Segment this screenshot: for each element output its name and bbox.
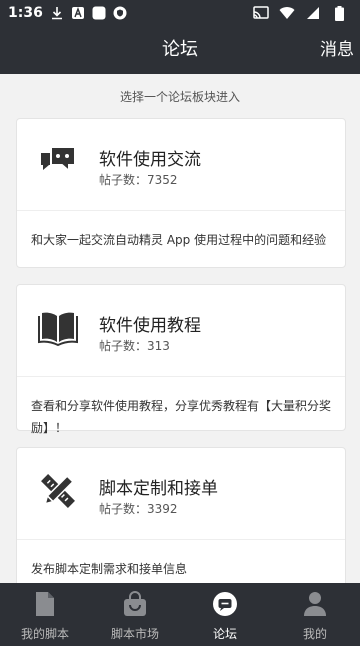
tab-script-market[interactable]: 脚本市场	[90, 583, 180, 646]
chat-icon	[212, 591, 238, 617]
messages-button[interactable]: 消息	[320, 26, 354, 74]
forum-description: 和大家一起交流自动精灵 App 使用过程中的问题和经验	[31, 233, 327, 247]
person-icon	[302, 591, 328, 617]
forum-card-header: 软件使用交流 帖子数：7352	[17, 119, 345, 211]
page-title: 论坛	[162, 39, 198, 60]
tab-profile[interactable]: 我的	[270, 583, 360, 646]
shopping-bag-icon	[122, 591, 148, 617]
battery-icon	[331, 5, 347, 21]
forum-post-count: 帖子数：7352	[99, 173, 178, 187]
section-hint: 选择一个论坛板块进入	[119, 90, 240, 104]
tab-my-scripts[interactable]: 我的脚本	[0, 583, 90, 646]
cast-icon	[253, 5, 269, 21]
tab-label: 脚本市场	[110, 627, 159, 641]
tab-label: 论坛	[212, 627, 237, 641]
chat-bubbles-icon	[37, 141, 79, 183]
tab-label: 我的脚本	[20, 627, 69, 641]
forum-card-script-orders[interactable]: 脚本定制和接单 帖子数：3392 发布脚本定制需求和接单信息	[16, 447, 346, 597]
forum-title: 软件使用交流	[99, 150, 201, 170]
bottom-tab-bar: 我的脚本 脚本市场 论坛 我的	[0, 583, 360, 646]
forum-card-usage-discussion[interactable]: 软件使用交流 帖子数：7352 和大家一起交流自动精灵 App 使用过程中的问题…	[16, 118, 346, 268]
open-book-icon	[37, 307, 79, 349]
forum-post-count: 帖子数：3392	[99, 502, 178, 516]
signal-icon	[305, 5, 321, 21]
forum-title: 脚本定制和接单	[99, 479, 218, 499]
forum-post-count: 帖子数：313	[99, 339, 170, 353]
forum-description: 发布脚本定制需求和接单信息	[31, 562, 188, 576]
nav-bar: 论坛 消息	[0, 26, 360, 74]
pencil-ruler-icon	[37, 470, 79, 512]
forum-description: 查看和分享软件使用教程，分享优秀教程有【大量积分奖励】！	[31, 399, 332, 435]
tab-label: 我的	[302, 627, 327, 641]
status-right	[253, 5, 352, 21]
status-bar: 1:36	[0, 0, 360, 26]
wifi-icon	[279, 5, 295, 21]
download-icon	[49, 5, 65, 21]
forum-card-tutorials[interactable]: 软件使用教程 帖子数：313 查看和分享软件使用教程，分享优秀教程有【大量积分奖…	[16, 284, 346, 435]
forum-title: 软件使用教程	[99, 316, 201, 336]
app-notification-icon	[70, 5, 86, 21]
status-time: 1:36	[8, 5, 43, 21]
square-notification-icon	[91, 5, 107, 21]
document-icon	[32, 591, 58, 617]
forum-card-header: 脚本定制和接单 帖子数：3392	[17, 448, 345, 540]
shield-icon	[112, 5, 128, 21]
tab-forum[interactable]: 论坛	[180, 583, 270, 646]
forum-card-header: 软件使用教程 帖子数：313	[17, 285, 345, 377]
